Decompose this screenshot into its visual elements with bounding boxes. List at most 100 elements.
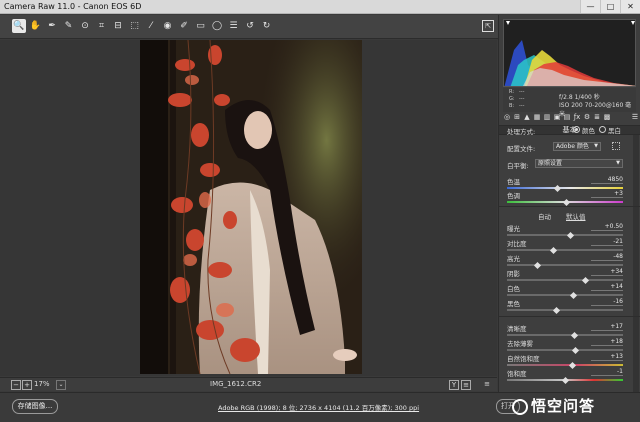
- rotate-ccw-icon[interactable]: ↺: [243, 19, 257, 33]
- chevron-down-icon: ▼: [594, 143, 598, 149]
- slider-track[interactable]: [507, 349, 623, 351]
- slider-value-field[interactable]: +3: [591, 190, 623, 198]
- slider-value-field[interactable]: -16: [591, 298, 623, 306]
- white-balance-dropdown[interactable]: 原照设置 ▼: [535, 159, 623, 168]
- red-eye-icon[interactable]: ◉: [161, 19, 175, 33]
- divider: [498, 316, 640, 317]
- preferences-icon[interactable]: ☰: [227, 19, 241, 33]
- effects-tab-icon[interactable]: ƒx: [573, 113, 581, 121]
- slider-track[interactable]: [507, 264, 623, 266]
- zoom-in-button[interactable]: +: [22, 380, 32, 390]
- rgb-r-value: ---: [519, 89, 525, 95]
- slider-label: 对比度: [507, 240, 527, 248]
- slider-value-field[interactable]: -21: [591, 238, 623, 246]
- auto-tone-link[interactable]: 自动: [538, 211, 551, 221]
- slider-track[interactable]: [507, 187, 623, 189]
- zoom-tool-icon[interactable]: 🔍: [12, 19, 26, 33]
- save-image-button[interactable]: 存储图像...: [12, 399, 58, 414]
- tone-curve-tab-icon[interactable]: ⊞: [513, 113, 521, 121]
- treatment-label: 处理方式:: [507, 128, 536, 136]
- profile-browser-icon[interactable]: [612, 142, 620, 150]
- slider-label: 自然饱和度: [507, 355, 540, 363]
- watermark-logo-icon: [512, 398, 528, 415]
- basic-tab-icon[interactable]: ◎: [503, 113, 511, 121]
- file-name: IMG_1612.CR2: [210, 380, 262, 388]
- rgb-r-label: R:: [509, 89, 515, 95]
- hsl-tab-icon[interactable]: ▦: [533, 113, 541, 121]
- zoom-level: 17%: [34, 380, 50, 388]
- radial-filter-icon[interactable]: ◯: [210, 19, 224, 33]
- white-balance-value: 原照设置: [538, 160, 563, 167]
- straighten-tool-icon[interactable]: ⊟: [111, 19, 125, 33]
- profile-dropdown[interactable]: Adobe 颜色 ▼: [553, 142, 601, 151]
- close-button[interactable]: ✕: [620, 0, 640, 13]
- slider-value-field[interactable]: +13: [591, 353, 623, 361]
- panel-menu-icon[interactable]: ☰: [631, 113, 639, 121]
- split-toning-tab-icon[interactable]: ▥: [543, 113, 551, 121]
- preview-menu-icon[interactable]: ≡: [482, 380, 492, 390]
- slider-value-field[interactable]: +17: [591, 323, 623, 331]
- hand-tool-icon[interactable]: ✋: [29, 19, 43, 33]
- before-after-button[interactable]: Y: [449, 380, 459, 390]
- workflow-options-link[interactable]: Adobe RGB (1998); 8 位; 2736 x 4104 (11.2…: [218, 402, 419, 412]
- transform-tool-icon[interactable]: ⬚: [128, 19, 142, 33]
- zoom-dropdown-icon[interactable]: ⌄: [56, 380, 66, 390]
- white-balance-label: 白平衡:: [507, 162, 529, 170]
- presets-tab-icon[interactable]: ≣: [593, 113, 601, 121]
- graduated-filter-icon[interactable]: ▭: [194, 19, 208, 33]
- window-title: Camera Raw 11.0 - Canon EOS 6D: [4, 2, 142, 11]
- slider-value-field[interactable]: +14: [591, 283, 623, 291]
- slider-label: 色调: [507, 192, 520, 200]
- slider-track[interactable]: [507, 309, 623, 311]
- histogram: [503, 19, 636, 87]
- detail-tab-icon[interactable]: ▲: [523, 113, 531, 121]
- treatment-bw-radio[interactable]: [599, 126, 606, 133]
- tool-bar: 🔍 ✋ ✒ ✎ ⊙ ⌗ ⊟ ⬚ ⁄ ◉ ✐ ▭ ◯ ☰ ↺ ↻ ⇱: [0, 15, 500, 39]
- slider-track[interactable]: [507, 279, 623, 281]
- watermark-text: 悟空问答: [531, 397, 596, 415]
- targeted-adjustment-icon[interactable]: ⊙: [78, 19, 92, 33]
- transform-tab-icon[interactable]: ▤: [563, 113, 571, 121]
- slider-label: 色温: [507, 178, 520, 186]
- zoom-out-button[interactable]: −: [11, 380, 21, 390]
- maximize-button[interactable]: □: [600, 0, 620, 13]
- adjustment-brush-icon[interactable]: ✐: [177, 19, 191, 33]
- profile-label: 配置文件:: [507, 145, 536, 153]
- slider-value-field[interactable]: -1: [591, 368, 623, 376]
- lens-tab-icon[interactable]: ▣: [553, 113, 561, 121]
- swap-settings-button[interactable]: ≡: [461, 380, 471, 390]
- rotate-cw-icon[interactable]: ↻: [260, 19, 274, 33]
- default-tone-link[interactable]: 默认值: [566, 211, 586, 221]
- slider-label: 清晰度: [507, 325, 527, 333]
- fullscreen-toggle-icon[interactable]: ⇱: [482, 20, 494, 32]
- color-sampler-tool-icon[interactable]: ✎: [62, 19, 76, 33]
- slider-value-field[interactable]: +18: [591, 338, 623, 346]
- crop-tool-icon[interactable]: ⌗: [95, 19, 109, 33]
- treatment-color-radio[interactable]: [573, 126, 580, 133]
- photo-illustration: [140, 40, 362, 374]
- slider-label: 饱和度: [507, 370, 527, 378]
- slider-value-field[interactable]: 4850: [591, 176, 623, 184]
- snapshots-tab-icon[interactable]: ▩: [603, 113, 611, 121]
- slider-value-field[interactable]: +0.50: [591, 223, 623, 231]
- spot-removal-icon[interactable]: ⁄: [144, 19, 158, 33]
- slider-value-field[interactable]: +34: [591, 268, 623, 276]
- slider-track[interactable]: [507, 249, 623, 251]
- slider-track[interactable]: [507, 234, 623, 236]
- slider-label: 曝光: [507, 225, 520, 233]
- white-balance-tool-icon[interactable]: ✒: [45, 19, 59, 33]
- panel-scrollbar[interactable]: [633, 135, 639, 392]
- slider-track[interactable]: [507, 294, 623, 296]
- slider-value-field[interactable]: -48: [591, 253, 623, 261]
- panel-tabs: ◎ ⊞ ▲ ▦ ▥ ▣ ▤ ƒx ⚙ ≣ ▩ ☰: [501, 113, 639, 123]
- calibration-tab-icon[interactable]: ⚙: [583, 113, 591, 121]
- slider-label: 白色: [507, 285, 520, 293]
- minimize-button[interactable]: —: [580, 0, 600, 13]
- slider-track[interactable]: [507, 364, 623, 366]
- rgb-g-value: ---: [519, 96, 525, 102]
- rgb-g-label: G:: [509, 96, 515, 102]
- bottom-action-bar: 存储图像... Adobe RGB (1998); 8 位; 2736 x 41…: [0, 392, 640, 422]
- watermark: 悟空问答: [512, 395, 595, 416]
- slider-track[interactable]: [507, 334, 623, 336]
- treatment-bw-label: 黑白: [608, 127, 621, 135]
